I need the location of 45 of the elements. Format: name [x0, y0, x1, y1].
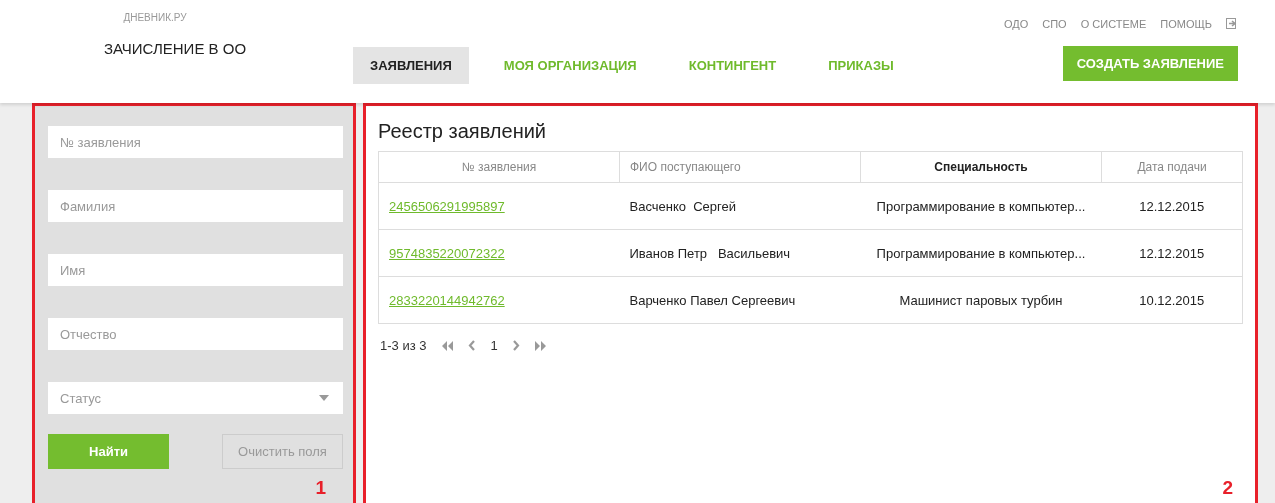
nav-tab[interactable]: КОНТИНГЕНТ [671, 47, 794, 84]
table-cell: 12.12.2015 [1101, 229, 1243, 277]
application-link[interactable]: 2456506291995897 [378, 182, 620, 230]
clear-button[interactable]: Очистить поля [222, 434, 343, 469]
table-cell: Варченко Павел Сергеевич [619, 276, 861, 324]
table-cell: 12.12.2015 [1101, 182, 1243, 230]
registry-title: Реестр заявлений [378, 120, 548, 143]
next-page-icon[interactable] [511, 340, 520, 351]
column-header[interactable]: Специальность [860, 151, 1102, 183]
table-cell: 10.12.2015 [1101, 276, 1243, 324]
input-field[interactable]: Фамилия [48, 190, 343, 222]
top-link[interactable]: ПОМОЩЬ [1160, 17, 1212, 30]
table-cell: Васченко Сергей [619, 182, 861, 230]
application-link[interactable]: 9574835220072322 [378, 229, 620, 277]
top-link[interactable]: СПО [1042, 17, 1067, 30]
application-link[interactable]: 2833220144942762 [378, 276, 620, 324]
input-field[interactable]: Имя [48, 254, 343, 286]
input-field[interactable]: Отчество [48, 318, 343, 350]
first-page-icon[interactable] [440, 340, 455, 351]
table-cell: Машинист паровых турбин [860, 276, 1102, 324]
annotation-number: 1 [315, 477, 326, 499]
nav-tab[interactable]: МОЯ ОРГАНИЗАЦИЯ [486, 47, 654, 84]
column-header[interactable]: № заявления [378, 151, 620, 183]
annotation-number: 2 [1222, 477, 1233, 499]
column-header[interactable]: ФИО поступающего [619, 151, 861, 183]
nav-tab[interactable]: ПРИКАЗЫ [811, 47, 911, 84]
table-cell: Программирование в компьютер... [860, 229, 1102, 277]
input-field[interactable]: № заявления [48, 126, 343, 158]
module-title: ЗАЧИСЛЕНИЕ В ОО [103, 40, 247, 57]
column-header[interactable]: Дата подачи [1101, 151, 1243, 183]
top-link[interactable]: О СИСТЕМЕ [1080, 17, 1147, 30]
last-page-icon[interactable] [533, 340, 548, 351]
brand-name[interactable]: ДНЕВНИК.РУ [123, 12, 187, 23]
create-application-button[interactable]: СОЗДАТЬ ЗАЯВЛЕНИЕ [1062, 46, 1238, 81]
page-number[interactable]: 1 [490, 338, 498, 353]
previous-page-icon[interactable] [468, 340, 477, 351]
page-range: 1-3 из 3 [380, 338, 427, 353]
status-dropdown[interactable]: Статус [48, 382, 343, 414]
table-cell: Иванов Петр Васильевич [619, 229, 861, 277]
caret-icon [319, 395, 329, 401]
search-button[interactable]: Найти [48, 434, 169, 469]
nav-tab[interactable]: ЗАЯВЛЕНИЯ [353, 47, 469, 84]
top-link[interactable]: ОДО [1003, 17, 1029, 30]
table-cell: Программирование в компьютер... [860, 182, 1102, 230]
logout-icon[interactable] [1226, 18, 1238, 29]
